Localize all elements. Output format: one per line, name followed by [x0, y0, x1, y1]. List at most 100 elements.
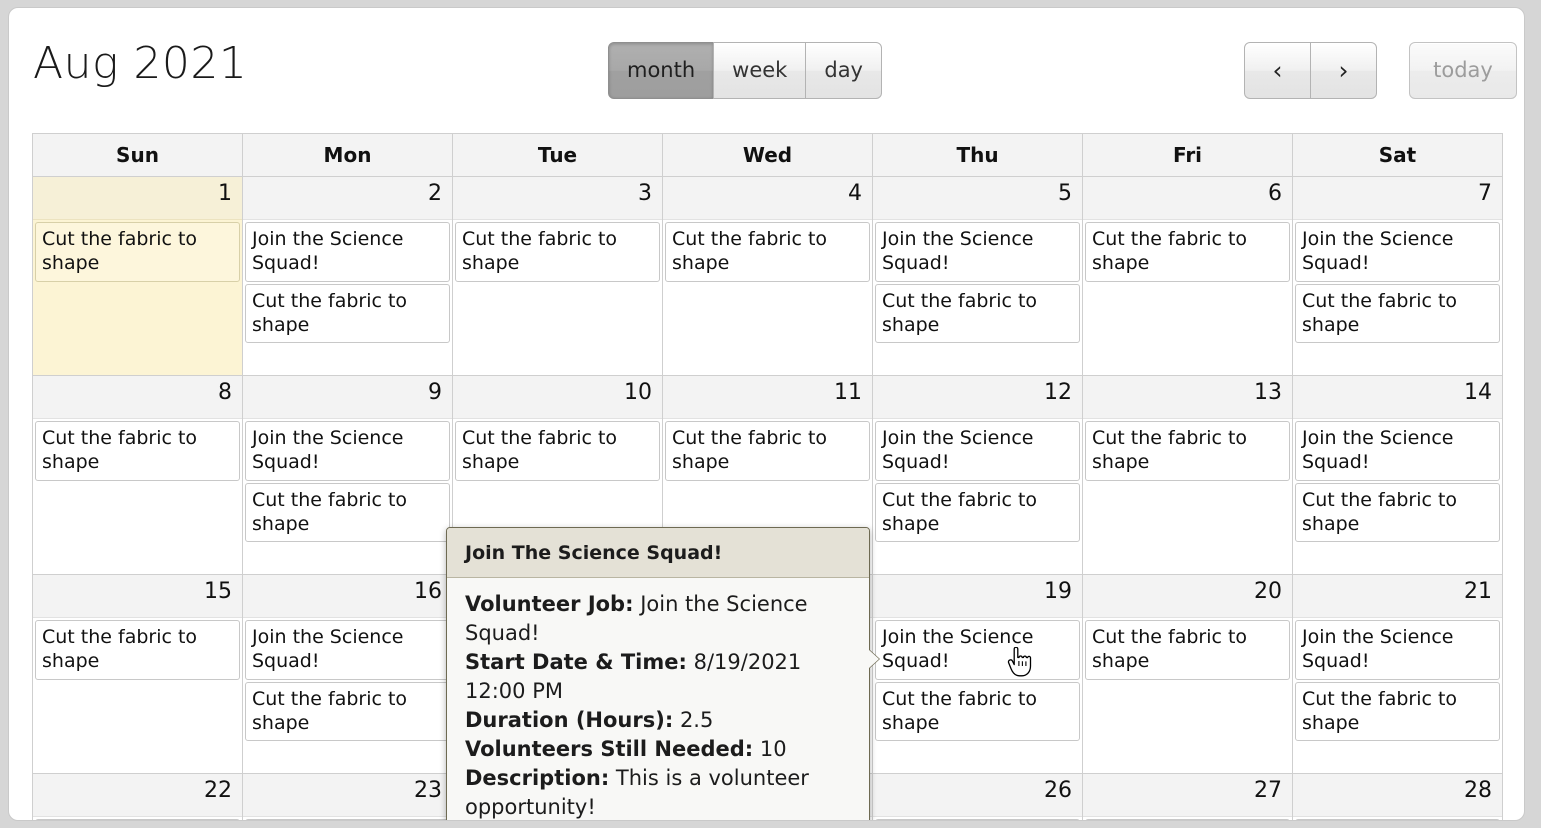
day-number: 14	[1464, 380, 1492, 405]
calendar-event[interactable]: Join the Science Squad!	[245, 620, 450, 680]
day-cell-3[interactable]: 3 Cut the fabric to shape	[453, 177, 663, 375]
calendar-event[interactable]: Cut the fabric to shape	[1295, 681, 1500, 742]
calendar-event[interactable]: Cut the fabric to shape	[245, 283, 450, 344]
day-events: Cut the fabric to shape	[1083, 817, 1292, 820]
view-button-month[interactable]: month	[608, 42, 715, 99]
calendar-event[interactable]: Cut the fabric to shape	[1085, 222, 1290, 282]
calendar-event[interactable]: Join the Science Squad!	[1295, 620, 1500, 680]
tooltip-field-value: 10	[759, 736, 787, 761]
calendar-event[interactable]: Cut the fabric to shape	[35, 620, 240, 680]
tooltip-row: Start Date & Time: 8/19/2021 12:00 PM	[465, 648, 853, 706]
today-button[interactable]: today	[1409, 42, 1517, 99]
calendar-event[interactable]: Cut the fabric to shape	[245, 482, 450, 543]
calendar-event[interactable]: Join the Science Squad!	[1295, 421, 1500, 481]
calendar-event[interactable]: Cut the fabric to shape	[1085, 421, 1290, 481]
day-number-bar: 15	[33, 575, 242, 618]
tooltip-field-label: Volunteer Job:	[465, 592, 634, 616]
navigation-buttons: ‹ ›	[1244, 42, 1377, 99]
calendar-event[interactable]: Cut the fabric to shape	[875, 482, 1080, 543]
week-row: 1 Cut the fabric to shape 2 Join the Scienc…	[33, 177, 1502, 376]
day-events: Cut the fabric to shape	[1083, 220, 1292, 375]
day-cell-14[interactable]: 14 Join the Science Squad! Cut the fabric …	[1293, 376, 1502, 574]
calendar-toolbar: Aug 2021 month week day ‹ › today	[9, 8, 1524, 126]
day-cell-7[interactable]: 7 Join the Science Squad! Cut the fabric t…	[1293, 177, 1502, 375]
day-number-bar: 9	[243, 376, 452, 419]
day-number-bar: 28	[1293, 774, 1502, 817]
day-cell-20[interactable]: 20 Cut the fabric to shape	[1083, 575, 1293, 773]
day-number: 23	[414, 778, 442, 803]
day-number-bar: 22	[33, 774, 242, 817]
day-number-bar: 13	[1083, 376, 1292, 419]
calendar-event[interactable]: Join the Science Squad!	[1295, 222, 1500, 282]
weekday-header-mon: Mon	[243, 134, 453, 177]
day-cell-26[interactable]: 26 Join the Science Squad!	[873, 774, 1083, 820]
calendar-event[interactable]: Cut the fabric to shape	[455, 222, 660, 282]
calendar-event[interactable]: Cut the fabric to shape	[455, 421, 660, 481]
day-number-bar: 19	[873, 575, 1082, 618]
day-number: 8	[218, 380, 232, 405]
day-cell-15[interactable]: 15 Cut the fabric to shape	[33, 575, 243, 773]
calendar-event[interactable]: Cut the fabric to shape	[1295, 283, 1500, 344]
calendar-event[interactable]: Join the Science Squad!	[245, 819, 450, 820]
day-number: 16	[414, 579, 442, 604]
day-number-bar: 16	[243, 575, 452, 618]
day-cell-1[interactable]: 1 Cut the fabric to shape	[33, 177, 243, 375]
day-cell-21[interactable]: 21 Join the Science Squad! Cut the fabric …	[1293, 575, 1502, 773]
day-cell-19[interactable]: 19 Join the Science Squad! Cut the fabric …	[873, 575, 1083, 773]
day-number-bar: 21	[1293, 575, 1502, 618]
day-cell-4[interactable]: 4 Cut the fabric to shape	[663, 177, 873, 375]
day-number-bar: 1	[33, 177, 242, 220]
weekday-header-row: Sun Mon Tue Wed Thu Fri Sat	[33, 134, 1502, 177]
day-number: 27	[1254, 778, 1282, 803]
calendar-event[interactable]: Cut the fabric to shape	[35, 222, 240, 282]
day-cell-16[interactable]: 16 Join the Science Squad! Cut the fabric …	[243, 575, 453, 773]
day-number-bar: 6	[1083, 177, 1292, 220]
calendar-event[interactable]: Join the Science Squad!	[245, 421, 450, 481]
day-number: 4	[848, 181, 862, 206]
day-cell-23[interactable]: 23 Join the Science Squad!	[243, 774, 453, 820]
day-number: 19	[1044, 579, 1072, 604]
day-number: 7	[1478, 181, 1492, 206]
calendar-event[interactable]: Join the Science Squad!	[875, 819, 1080, 820]
day-events: Join the Science Squad! Cut the fabric to…	[1293, 618, 1502, 773]
day-events: Join the Science Squad! Cut the fabric to…	[243, 419, 452, 574]
day-cell-22[interactable]: 22 Cut the fabric to shape	[33, 774, 243, 820]
tooltip-field-value: 2.5	[679, 707, 714, 732]
day-cell-8[interactable]: 8 Cut the fabric to shape	[33, 376, 243, 574]
calendar-event[interactable]: Join the Science Squad!	[245, 222, 450, 282]
calendar-event[interactable]: Join the Science Squad!	[875, 222, 1080, 282]
calendar-event[interactable]: Cut the fabric to shape	[875, 681, 1080, 742]
weekday-header-sun: Sun	[33, 134, 243, 177]
view-button-day[interactable]: day	[805, 42, 882, 99]
day-cell-27[interactable]: 27 Cut the fabric to shape	[1083, 774, 1293, 820]
day-cell-13[interactable]: 13 Cut the fabric to shape	[1083, 376, 1293, 574]
day-cell-9[interactable]: 9 Join the Science Squad! Cut the fabric t…	[243, 376, 453, 574]
day-cell-5[interactable]: 5 Join the Science Squad! Cut the fabric t…	[873, 177, 1083, 375]
day-number: 20	[1254, 579, 1282, 604]
calendar-event[interactable]: Cut the fabric to shape	[1085, 819, 1290, 820]
day-number: 1	[218, 181, 232, 206]
calendar-event[interactable]: Cut the fabric to shape	[875, 283, 1080, 344]
calendar-event[interactable]: Cut the fabric to shape	[665, 222, 870, 282]
day-number: 10	[624, 380, 652, 405]
page-title: Aug 2021	[33, 38, 248, 89]
calendar-event[interactable]: Join the Science Squad!	[875, 421, 1080, 481]
tooltip-row: Duration (Hours): 2.5	[465, 706, 853, 735]
calendar-event[interactable]: Join the Science Squad!	[1295, 819, 1500, 820]
calendar-event[interactable]: Cut the fabric to shape	[35, 421, 240, 481]
day-cell-2[interactable]: 2 Join the Science Squad! Cut the fabric t…	[243, 177, 453, 375]
prev-month-icon[interactable]: ‹	[1244, 42, 1311, 99]
calendar-event[interactable]: Cut the fabric to shape	[245, 681, 450, 742]
calendar-event[interactable]: Cut the fabric to shape	[35, 819, 240, 820]
view-button-week[interactable]: week	[713, 42, 807, 99]
calendar-event[interactable]: Cut the fabric to shape	[1085, 620, 1290, 680]
tooltip-field-label: Volunteers Still Needed:	[465, 736, 754, 761]
calendar-event[interactable]: Join the Science Squad!	[875, 620, 1080, 680]
calendar-event[interactable]: Cut the fabric to shape	[1295, 482, 1500, 543]
calendar-event[interactable]: Cut the fabric to shape	[665, 421, 870, 481]
tooltip-field-label: Duration (Hours):	[465, 707, 674, 732]
day-cell-6[interactable]: 6 Cut the fabric to shape	[1083, 177, 1293, 375]
day-cell-12[interactable]: 12 Join the Science Squad! Cut the fabric …	[873, 376, 1083, 574]
next-month-icon[interactable]: ›	[1310, 42, 1377, 99]
day-cell-28[interactable]: 28 Join the Science Squad!	[1293, 774, 1502, 820]
